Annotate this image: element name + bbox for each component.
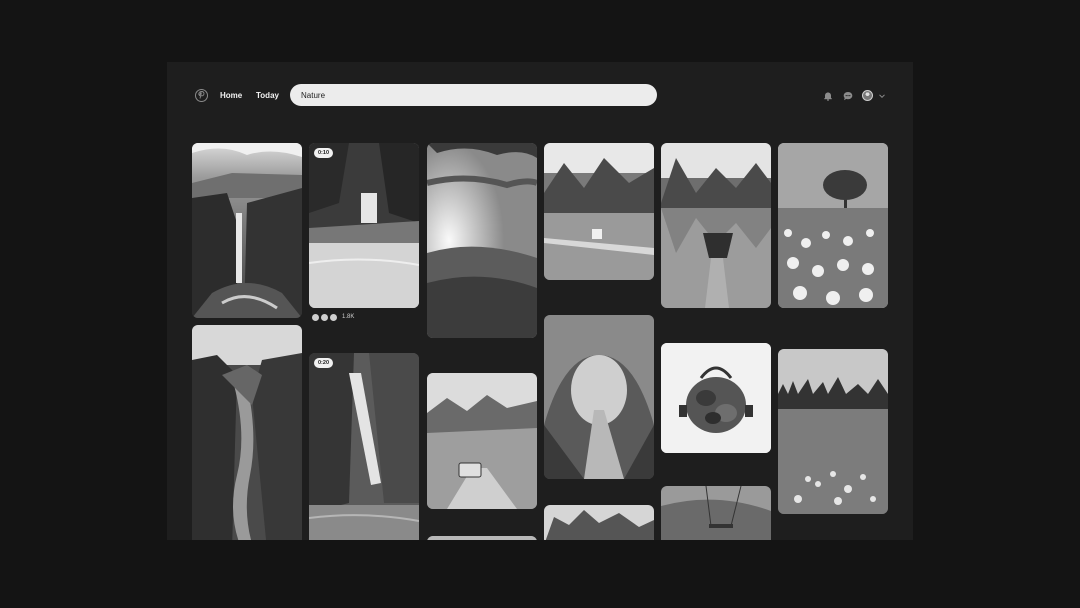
pin-tree-flower-field[interactable]: [778, 143, 888, 308]
video-duration-badge: 0:10: [314, 148, 334, 158]
nav-home-link[interactable]: Home: [220, 91, 242, 100]
pin-swing-valley[interactable]: [661, 486, 771, 540]
pin-waterfall-canyon[interactable]: [192, 143, 302, 318]
pin-river-canyon[interactable]: [192, 325, 302, 540]
chat-bubble-icon[interactable]: [843, 91, 853, 101]
pin-camo-handbag[interactable]: [661, 343, 771, 453]
pin-jungle-waterfall-pool[interactable]: 0:10: [309, 143, 419, 308]
pin-rocky-peaks[interactable]: [544, 505, 654, 540]
nav-today-link[interactable]: Today: [256, 91, 279, 100]
pin-van-mountain-road[interactable]: [427, 373, 537, 509]
reaction-count: 1.8K: [342, 314, 355, 320]
video-duration-badge: 0:20: [314, 358, 334, 368]
pin-strip-pin[interactable]: [427, 536, 537, 540]
heart-reaction-icon: [312, 313, 319, 321]
chevron-down-icon[interactable]: [878, 92, 886, 100]
idea-reaction-icon: [330, 313, 337, 321]
top-navigation-bar: Home Today: [167, 62, 913, 132]
pin-reactions: 1.8K: [312, 312, 354, 322]
pin-alpine-lake-boat[interactable]: [661, 143, 771, 308]
bell-icon[interactable]: [823, 91, 833, 101]
pin-sunset-hills[interactable]: [427, 143, 537, 338]
search-input[interactable]: [290, 84, 657, 106]
pin-tall-waterfall-cliff[interactable]: 0:20: [309, 353, 419, 540]
pin-tree-tunnel-path[interactable]: [544, 315, 654, 479]
pin-mountain-lake-dock[interactable]: [544, 143, 654, 280]
pinterest-logo-icon[interactable]: [195, 89, 208, 102]
pin-meadow-forest[interactable]: [778, 349, 888, 514]
avatar[interactable]: [862, 90, 873, 101]
smile-reaction-icon: [321, 313, 328, 321]
app-window: Home Today Nature 0:10 1.8K 0:20: [167, 62, 913, 540]
